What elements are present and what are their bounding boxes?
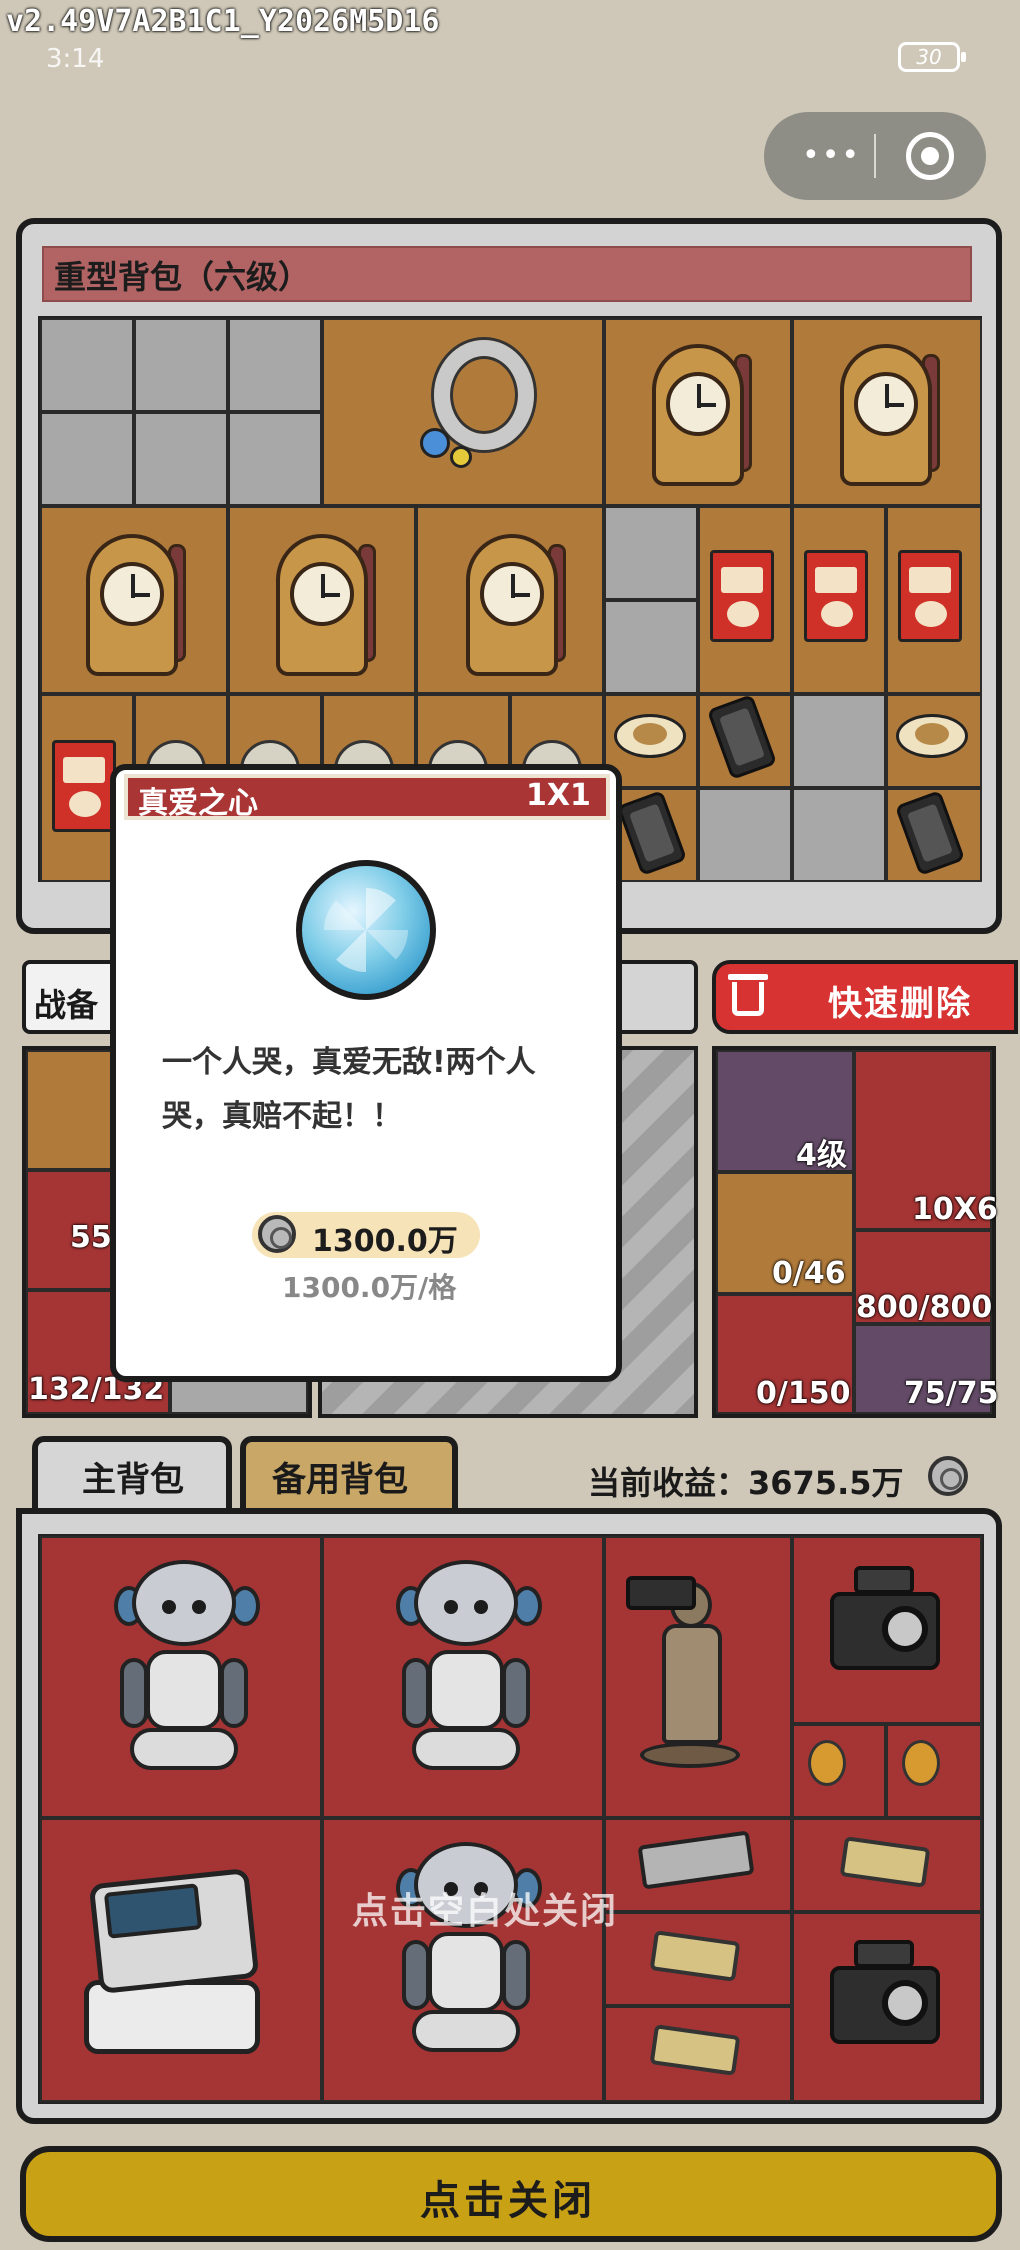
pouch-capacity: 75/75 bbox=[904, 1376, 999, 1411]
coffee-box-icon bbox=[710, 550, 774, 642]
robot-icon bbox=[390, 1560, 542, 1780]
dialog-item-description: 一个人哭，真爱无敌!两个人哭，真赔不起！！ bbox=[162, 1045, 536, 1134]
more-dots-icon[interactable]: ••• bbox=[802, 141, 861, 171]
close-hint[interactable]: 点击空白处关闭 bbox=[352, 1882, 618, 1934]
armor-durability: 0/150 bbox=[756, 1376, 851, 1411]
dialog-item-size: 1X1 bbox=[526, 778, 591, 813]
robot-icon bbox=[108, 1560, 260, 1780]
backpack-size: 10X6 bbox=[912, 1192, 998, 1227]
pocket-watch-icon bbox=[808, 1740, 846, 1786]
empty-slot[interactable] bbox=[134, 318, 228, 412]
terracotta-warrior-icon bbox=[626, 1568, 746, 1798]
coin-icon bbox=[258, 1215, 296, 1253]
clock-icon bbox=[826, 338, 946, 494]
empty-slot[interactable] bbox=[134, 412, 228, 506]
clock-icon bbox=[262, 528, 382, 684]
coin-icon bbox=[928, 1456, 968, 1496]
target-close-icon[interactable] bbox=[906, 132, 954, 180]
empty-slot[interactable] bbox=[604, 506, 698, 600]
close-button-label: 点击关闭 bbox=[420, 2178, 596, 2224]
tab-main-backpack-label: 主背包 bbox=[82, 1460, 184, 1500]
tab-spare-backpack-label: 备用背包 bbox=[272, 1460, 408, 1500]
coffee-box-icon bbox=[52, 740, 116, 832]
clock-icon bbox=[638, 338, 758, 494]
status-time: 3:14 bbox=[46, 44, 105, 74]
dialog-item-name: 真爱之心 bbox=[138, 786, 258, 821]
camera-icon bbox=[824, 1562, 948, 1672]
empty-slot[interactable] bbox=[228, 412, 322, 506]
empty-slot[interactable] bbox=[792, 694, 886, 788]
item-price: 1300.0万 bbox=[312, 1224, 458, 1259]
helmet-durability: 0/46 bbox=[772, 1256, 846, 1291]
diamond-icon bbox=[296, 860, 436, 1000]
empty-slot[interactable] bbox=[40, 318, 134, 412]
empty-slot[interactable] bbox=[698, 788, 792, 882]
clock-icon bbox=[452, 528, 572, 684]
pocket-watch-icon bbox=[902, 1740, 940, 1786]
equipment-tab-label: 战备 bbox=[34, 986, 99, 1024]
empty-slot[interactable] bbox=[228, 318, 322, 412]
coffee-box-icon bbox=[804, 550, 868, 642]
weapon-level: 4级 bbox=[796, 1138, 847, 1173]
fast-delete-label: 快速删除 bbox=[828, 984, 972, 1024]
version-label: v2.49V7A2B1C1_Y2026M5D16 bbox=[6, 4, 440, 39]
clock-icon bbox=[72, 528, 192, 684]
coffee-cup-icon bbox=[614, 714, 686, 758]
trash-icon bbox=[726, 970, 770, 1020]
coffee-box-icon bbox=[898, 550, 962, 642]
capsule-divider bbox=[874, 134, 876, 178]
heavy-backpack-title: 重型背包（六级） bbox=[54, 258, 311, 296]
necklace-icon bbox=[410, 334, 540, 484]
current-earnings: 当前收益：3675.5万 bbox=[588, 1464, 904, 1502]
item-price-per-cell: 1300.0万/格 bbox=[282, 1271, 457, 1304]
empty-slot[interactable] bbox=[40, 412, 134, 506]
robot-icon bbox=[390, 1842, 542, 2062]
helmet-durability: 55 bbox=[70, 1220, 112, 1255]
empty-slot[interactable] bbox=[604, 600, 698, 694]
chest-rig-durability: 800/800 bbox=[856, 1290, 993, 1325]
ecg-monitor-icon bbox=[80, 1867, 270, 2060]
coffee-cup-icon bbox=[896, 714, 968, 758]
empty-slot[interactable] bbox=[792, 788, 886, 882]
battery-icon: 30 bbox=[898, 42, 966, 72]
miniprogram-capsule: ••• bbox=[764, 112, 986, 200]
equipment-right-grid: 4级 10X6 0/46 800/800 0/150 75/75 bbox=[712, 1046, 999, 1418]
camera-icon bbox=[824, 1936, 948, 2046]
